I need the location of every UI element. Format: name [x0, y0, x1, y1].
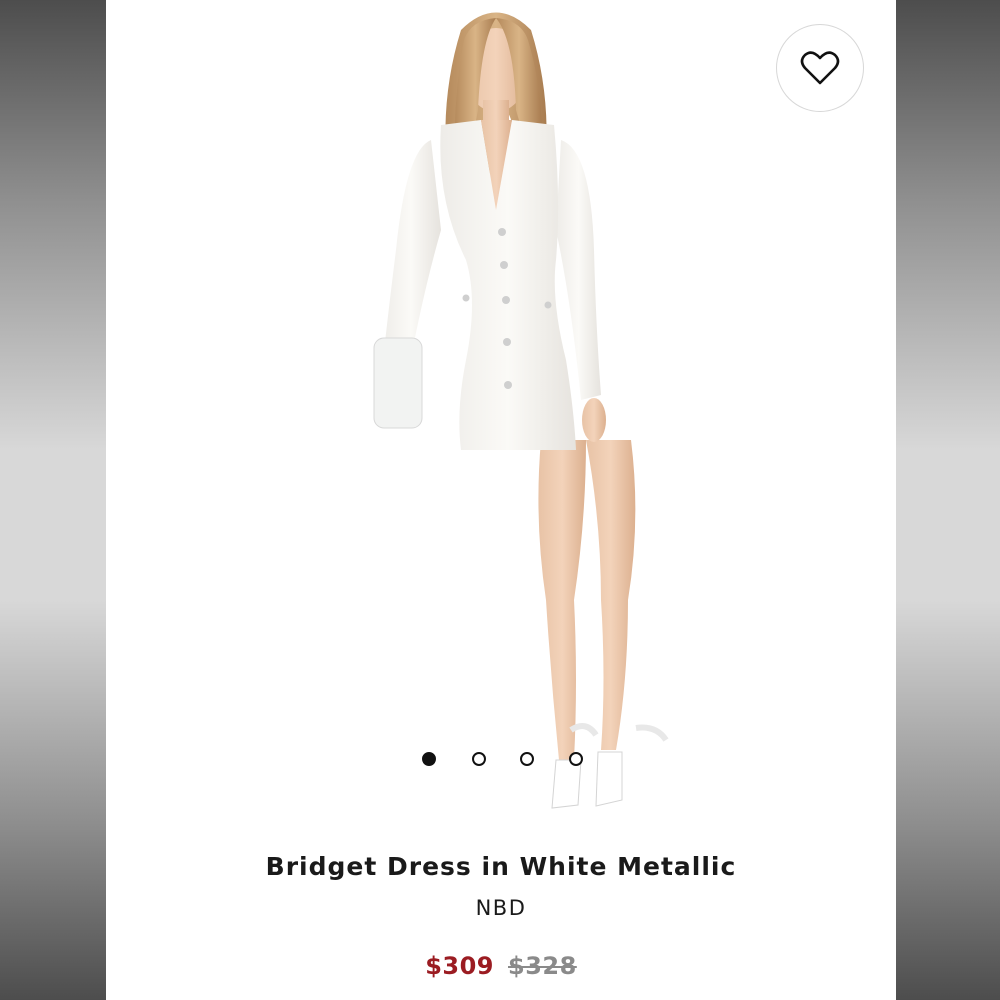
- product-brand[interactable]: NBD: [106, 896, 896, 920]
- carousel-dot-3[interactable]: [520, 752, 534, 766]
- product-image[interactable]: [256, 0, 756, 840]
- sale-price: $309: [425, 952, 494, 980]
- carousel-dot-2[interactable]: [472, 752, 486, 766]
- carousel-indicators: [416, 752, 596, 772]
- product-page: Bridget Dress in White Metallic NBD $309…: [106, 0, 896, 1000]
- favorite-button[interactable]: [776, 24, 864, 112]
- product-title: Bridget Dress in White Metallic: [265, 852, 737, 881]
- carousel-dot-4[interactable]: [569, 752, 583, 766]
- left-background-panel: [0, 0, 106, 1000]
- heart-outline-icon: [800, 51, 840, 85]
- original-price: $328: [508, 952, 577, 980]
- price-row: $309 $328: [106, 952, 896, 980]
- right-background-panel: [896, 0, 1000, 1000]
- carousel-dot-1[interactable]: [422, 752, 436, 766]
